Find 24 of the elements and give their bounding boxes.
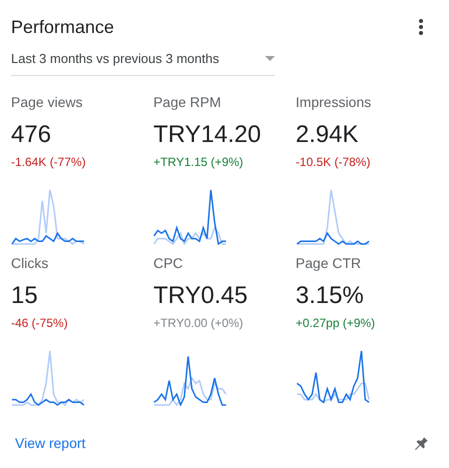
metric-change: -46 (-75%) <box>11 314 68 332</box>
pin-icon[interactable] <box>412 434 430 452</box>
metric-label: Impressions <box>296 92 372 112</box>
caret-icon <box>265 56 275 62</box>
view-report-link[interactable]: View report <box>15 433 86 454</box>
metric-label: Page views <box>11 92 83 112</box>
metric-value: 15 <box>11 280 38 310</box>
metric-change: -10.5K (-78%) <box>296 154 370 170</box>
metric-value: 2.94K <box>296 120 358 150</box>
metric-label: CPC <box>153 254 183 272</box>
metric-label: Page RPM <box>153 92 222 112</box>
metric-change: +TRY1.15 (+9%) <box>153 154 244 170</box>
metric-value: 3.15% <box>296 280 364 310</box>
metric-change: -1.64K (-77%) <box>11 154 86 170</box>
metric-value: TRY0.45 <box>153 280 248 310</box>
metric-change: +TRY0.00 (+0%) <box>153 314 244 332</box>
metric-change: +0.27pp (+9%) <box>296 314 376 332</box>
card-title: Performance <box>11 16 114 39</box>
metric-value: 476 <box>11 120 52 150</box>
more-options-icon[interactable] <box>418 18 424 36</box>
metric-label: Page CTR <box>296 254 362 273</box>
period-dropdown[interactable]: Last 3 months vs previous 3 months <box>11 49 275 76</box>
metric-value: TRY14.20 <box>153 120 261 150</box>
metric-label: Clicks <box>11 254 48 272</box>
